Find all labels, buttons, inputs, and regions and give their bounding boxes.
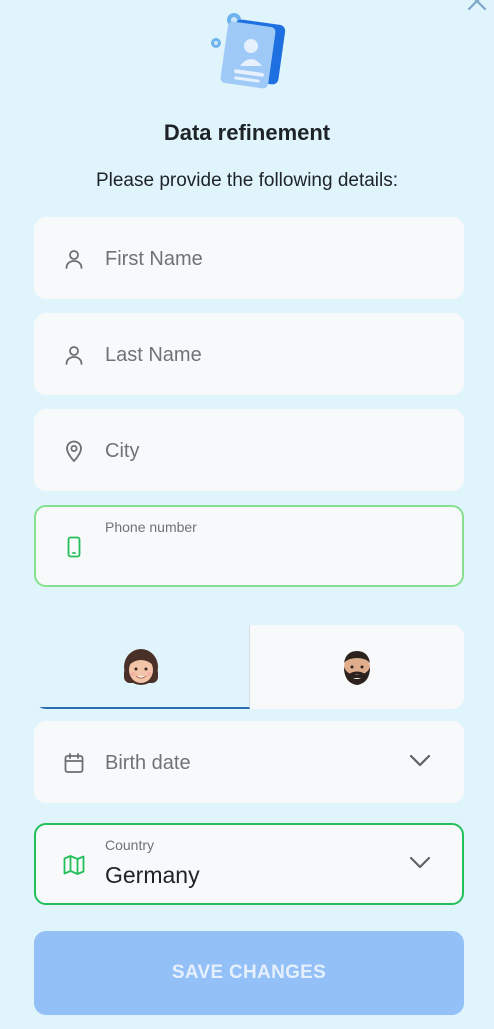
page-subtitle: Please provide the following details: [95, 170, 399, 191]
user-icon [65, 346, 83, 365]
gender-option-male[interactable] [249, 625, 464, 709]
country-value: Germany [105, 862, 200, 888]
calendar-icon [64, 753, 84, 773]
phone-number-label: Phone number [105, 519, 197, 535]
gender-option-female[interactable] [34, 625, 250, 709]
save-changes-button[interactable]: SAVE CHANGES [34, 931, 464, 1015]
profile-card-illustration [211, 13, 286, 89]
smartphone-icon [67, 536, 81, 558]
gender-selector[interactable] [34, 625, 464, 709]
birth-date-dropdown[interactable]: Birth date [34, 721, 464, 803]
phone-number-field[interactable]: Phone number [34, 505, 464, 587]
country-label: Country [105, 837, 155, 853]
last-name-field[interactable]: Last Name [34, 313, 464, 395]
birth-date-placeholder: Birth date [105, 752, 191, 774]
man-avatar-icon [343, 651, 370, 685]
last-name-placeholder: Last Name [105, 344, 202, 366]
chevron-down-icon [409, 856, 431, 869]
page-title: Data refinement [163, 120, 331, 145]
map-icon [63, 855, 85, 875]
chevron-down-icon [409, 754, 431, 767]
first-name-placeholder: First Name [105, 248, 203, 270]
woman-avatar-icon [124, 649, 159, 685]
location-pin-icon [66, 440, 82, 463]
first-name-field[interactable]: First Name [34, 217, 464, 299]
close-icon[interactable] [466, 0, 488, 12]
country-dropdown[interactable]: Country Germany [34, 823, 464, 905]
city-placeholder: City [105, 440, 140, 462]
city-field[interactable]: City [34, 409, 464, 491]
user-icon [65, 250, 83, 269]
